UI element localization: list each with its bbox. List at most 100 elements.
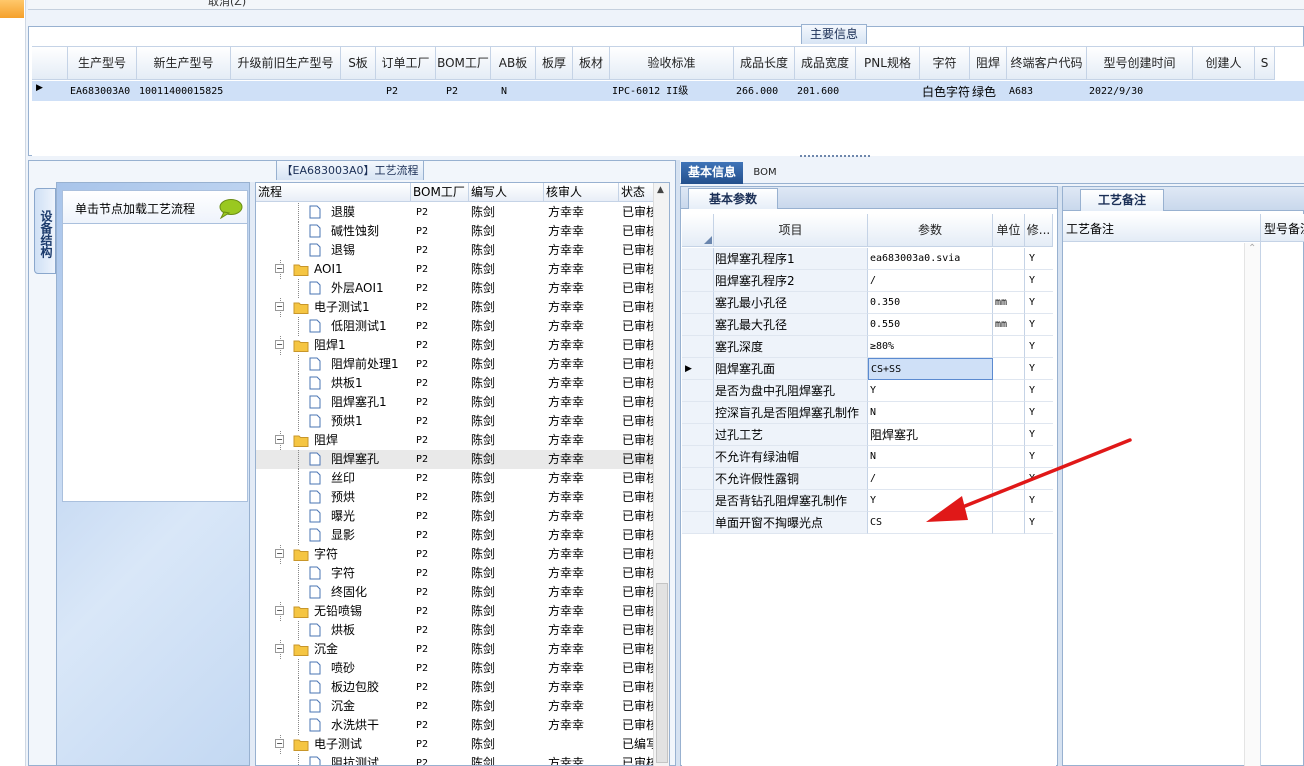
process-status-cell[interactable]: 已审核 <box>622 393 654 412</box>
params-row-indicator[interactable] <box>682 490 714 512</box>
process-reviewer-cell[interactable]: 方幸幸 <box>548 488 584 507</box>
main-info-col-header[interactable]: 生产型号 <box>68 47 137 80</box>
process-step-name[interactable]: 阻抗测试 <box>331 754 379 765</box>
process-writer-cell[interactable]: 陈剑 <box>471 469 495 488</box>
process-bom-cell[interactable]: P2 <box>416 545 428 564</box>
process-bom-cell[interactable]: P2 <box>416 450 428 469</box>
process-bom-cell[interactable]: P2 <box>416 507 428 526</box>
process-bom-cell[interactable]: P2 <box>416 469 428 488</box>
main-info-cell[interactable] <box>343 83 376 101</box>
process-reviewer-cell[interactable]: 方幸幸 <box>548 450 584 469</box>
process-writer-cell[interactable]: 陈剑 <box>471 754 495 765</box>
process-bom-cell[interactable]: P2 <box>416 659 428 678</box>
main-info-cell[interactable] <box>575 83 610 101</box>
process-writer-cell[interactable]: 陈剑 <box>471 336 495 355</box>
process-col-header[interactable]: 核审人 <box>544 183 619 202</box>
process-reviewer-cell[interactable]: 方幸幸 <box>548 659 584 678</box>
process-bom-cell[interactable]: P2 <box>416 298 428 317</box>
process-status-cell[interactable]: 已审核 <box>622 716 654 735</box>
process-scrollbar[interactable]: ▲ <box>653 183 669 766</box>
params-row-indicator[interactable] <box>682 314 714 336</box>
process-status-cell[interactable]: 已审核 <box>622 507 654 526</box>
process-step-name[interactable]: 字符 <box>331 564 355 583</box>
process-status-cell[interactable]: 已编写 <box>622 735 654 754</box>
process-bom-cell[interactable]: P2 <box>416 564 428 583</box>
main-info-col-header[interactable]: 板厚 <box>536 47 573 80</box>
main-info-cell[interactable]: 2022/9/30 <box>1089 83 1193 101</box>
process-step-name[interactable]: 外层AOI1 <box>331 279 384 298</box>
process-bom-cell[interactable]: P2 <box>416 355 428 374</box>
process-reviewer-cell[interactable]: 方幸幸 <box>548 507 584 526</box>
process-bom-cell[interactable]: P2 <box>416 735 428 754</box>
process-writer-cell[interactable]: 陈剑 <box>471 507 495 526</box>
process-step-name[interactable]: 阻焊 <box>314 431 338 450</box>
process-status-cell[interactable]: 已审核 <box>622 279 654 298</box>
process-step-name[interactable]: 沉金 <box>314 640 338 659</box>
process-writer-cell[interactable]: 陈剑 <box>471 222 495 241</box>
params-row-indicator[interactable] <box>682 336 714 358</box>
main-info-col-header[interactable]: S板 <box>341 47 376 80</box>
params-row-indicator[interactable] <box>682 248 714 270</box>
process-reviewer-cell[interactable]: 方幸幸 <box>548 374 584 393</box>
process-reviewer-cell[interactable]: 方幸幸 <box>548 678 584 697</box>
process-writer-cell[interactable]: 陈剑 <box>471 697 495 716</box>
main-info-col-header[interactable]: 型号创建时间 <box>1087 47 1193 80</box>
param-value-cell[interactable]: / <box>868 270 993 292</box>
remark-scrollbar[interactable]: ⌃ <box>1244 243 1260 766</box>
main-info-col-header[interactable]: PNL规格 <box>856 47 920 80</box>
main-info-cell[interactable]: EA683003A0 <box>70 83 137 101</box>
tree-collapse-icon[interactable]: − <box>275 549 284 558</box>
main-info-col-header[interactable]: 终端客户代码 <box>1007 47 1087 80</box>
process-step-name[interactable]: 沉金 <box>331 697 355 716</box>
main-info-cell[interactable]: 201.600 <box>797 83 856 101</box>
process-status-cell[interactable]: 已审核 <box>622 621 654 640</box>
process-bom-cell[interactable]: P2 <box>416 697 428 716</box>
params-row-indicator[interactable] <box>682 446 714 468</box>
param-value-cell[interactable]: 0.350 <box>868 292 993 314</box>
process-writer-cell[interactable]: 陈剑 <box>471 583 495 602</box>
param-unit-cell[interactable] <box>993 248 1025 270</box>
process-reviewer-cell[interactable]: 方幸幸 <box>548 393 584 412</box>
process-bom-cell[interactable]: P2 <box>416 583 428 602</box>
param-value-cell[interactable]: ea683003a0.svia <box>868 248 993 270</box>
process-status-cell[interactable]: 已审核 <box>622 241 654 260</box>
process-status-cell[interactable]: 已审核 <box>622 640 654 659</box>
params-row-indicator[interactable] <box>682 512 714 534</box>
process-status-cell[interactable]: 已审核 <box>622 355 654 374</box>
param-modifiable-cell[interactable]: Y <box>1025 402 1053 424</box>
process-writer-cell[interactable]: 陈剑 <box>471 488 495 507</box>
params-col-header[interactable]: 单位 <box>993 214 1025 247</box>
param-value-cell[interactable]: Y <box>868 380 993 402</box>
process-writer-cell[interactable]: 陈剑 <box>471 317 495 336</box>
process-step-name[interactable]: 终固化 <box>331 583 367 602</box>
tab-bom[interactable]: BOM <box>748 164 782 184</box>
main-info-col-header[interactable]: 升级前旧生产型号 <box>231 47 341 80</box>
main-info-cell[interactable]: 绿色 <box>972 83 1007 101</box>
process-bom-cell[interactable]: P2 <box>416 203 428 222</box>
process-bom-cell[interactable]: P2 <box>416 716 428 735</box>
process-bom-cell[interactable]: P2 <box>416 488 428 507</box>
process-step-name[interactable]: 预烘1 <box>331 412 363 431</box>
process-writer-cell[interactable]: 陈剑 <box>471 735 495 754</box>
process-status-cell[interactable]: 已审核 <box>622 602 654 621</box>
process-reviewer-cell[interactable]: 方幸幸 <box>548 621 584 640</box>
process-step-name[interactable]: 退膜 <box>331 203 355 222</box>
param-modifiable-cell[interactable]: Y <box>1025 358 1053 380</box>
process-reviewer-cell[interactable]: 方幸幸 <box>548 545 584 564</box>
remark-scroll-up-icon[interactable]: ⌃ <box>1248 243 1256 254</box>
param-value-cell[interactable]: 0.550 <box>868 314 993 336</box>
param-modifiable-cell[interactable]: Y <box>1025 248 1053 270</box>
process-reviewer-cell[interactable]: 方幸幸 <box>548 336 584 355</box>
process-bom-cell[interactable]: P2 <box>416 754 428 765</box>
process-step-name[interactable]: 烘板1 <box>331 374 363 393</box>
process-writer-cell[interactable]: 陈剑 <box>471 640 495 659</box>
main-info-cell[interactable]: IPC-6012 II级 <box>612 83 734 101</box>
process-writer-cell[interactable]: 陈剑 <box>471 659 495 678</box>
process-step-name[interactable]: 丝印 <box>331 469 355 488</box>
process-writer-cell[interactable]: 陈剑 <box>471 526 495 545</box>
process-step-name[interactable]: 阻焊前处理1 <box>331 355 399 374</box>
process-bom-cell[interactable]: P2 <box>416 621 428 640</box>
process-bom-cell[interactable]: P2 <box>416 431 428 450</box>
tree-collapse-icon[interactable]: − <box>275 302 284 311</box>
param-modifiable-cell[interactable]: Y <box>1025 270 1053 292</box>
